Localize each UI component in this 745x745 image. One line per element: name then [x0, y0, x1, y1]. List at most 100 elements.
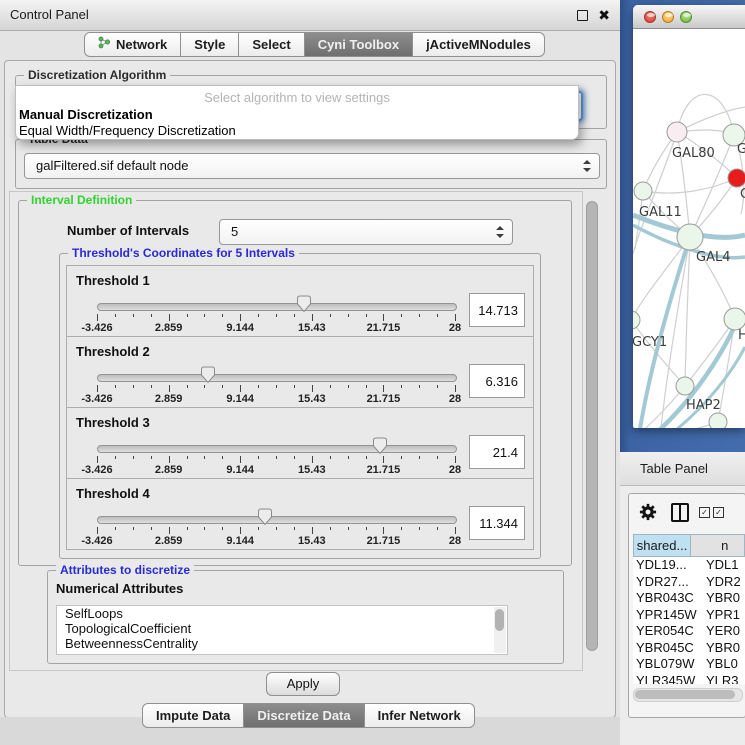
network-node[interactable] [667, 122, 687, 142]
network-node[interactable] [634, 182, 652, 200]
threshold-slider-track[interactable] [97, 303, 457, 311]
threshold-value-field[interactable]: 6.316 [469, 364, 525, 398]
column-header-shared-name[interactable]: shared... [633, 534, 691, 557]
slider-tick [348, 314, 349, 317]
bottom-tab-bar: Impute Data Discretize Data Infer Networ… [143, 703, 475, 728]
select-all-checkbox-icon[interactable]: ✓ [699, 507, 710, 518]
slider-tick-label: 9.144 [226, 535, 254, 547]
slider-tick-label: -3.426 [81, 393, 112, 405]
threshold-slider-track[interactable] [97, 445, 457, 453]
table-row[interactable]: YPR145WYPR1 [633, 607, 745, 624]
tab-jactivemnodules[interactable]: jActiveMNodules [412, 32, 545, 57]
node-table[interactable]: shared... n YDL19...YDL1YDR27...YDR2YBR0… [633, 534, 745, 684]
settings-vertical-scrollbar[interactable] [584, 193, 598, 667]
slider-tick [437, 527, 438, 530]
table-header-row: shared... n [633, 534, 745, 557]
close-traffic-light-icon[interactable] [644, 11, 656, 23]
threshold-value-field[interactable]: 14.713 [469, 293, 525, 327]
slider-tick [169, 456, 170, 463]
slider-tick [204, 314, 205, 317]
close-icon[interactable]: ✖ [598, 4, 610, 26]
table-row[interactable]: YDR27...YDR2 [633, 574, 745, 591]
network-node[interactable] [724, 308, 745, 330]
network-node[interactable] [633, 311, 640, 329]
threshold-slider-handle[interactable] [257, 508, 273, 526]
tab-network[interactable]: Network [84, 32, 181, 57]
threshold-value-field[interactable]: 21.4 [469, 435, 525, 469]
slider-tick [401, 314, 402, 317]
table-row[interactable]: YBR045CYBR0 [633, 640, 745, 657]
network-node[interactable] [728, 169, 745, 187]
slider-tick [383, 314, 384, 321]
gear-icon[interactable] [639, 503, 657, 521]
table-row[interactable]: YLR345WYLR3 [633, 673, 745, 685]
group-label: Attributes to discretize [56, 563, 194, 577]
number-of-intervals-combobox[interactable]: 5 [219, 219, 513, 245]
slider-tick [222, 527, 223, 530]
threshold-label: Threshold 2 [76, 344, 150, 359]
network-edge [633, 237, 690, 320]
dropdown-option-equal-width[interactable]: Equal Width/Frequency Discretization [19, 123, 236, 138]
tab-label: Discretize Data [257, 707, 350, 724]
threshold-slider-track[interactable] [97, 374, 457, 382]
dropdown-option-manual-discretization[interactable]: Manual Discretization [19, 107, 153, 122]
table-row[interactable]: YDL19...YDL1 [633, 557, 745, 574]
tab-label: Style [194, 36, 225, 53]
tab-infer-network[interactable]: Infer Network [364, 703, 475, 728]
network-window-titlebar[interactable] [633, 5, 745, 29]
cell-name: YBL0 [706, 656, 745, 673]
network-node[interactable] [676, 377, 694, 395]
network-edge [637, 237, 690, 428]
threshold-value-field[interactable]: 11.344 [469, 506, 525, 540]
slider-ticks [97, 456, 455, 464]
attribute-list-item[interactable]: SelfLoops [57, 606, 507, 621]
tab-cyni-toolbox[interactable]: Cyni Toolbox [304, 32, 413, 57]
network-node[interactable] [709, 413, 727, 428]
threshold-slider-track[interactable] [97, 516, 457, 524]
slider-tick [240, 456, 241, 463]
table-row[interactable]: YER054CYER0 [633, 623, 745, 640]
tab-discretize-data[interactable]: Discretize Data [243, 703, 364, 728]
threshold-slider-handle[interactable] [200, 366, 216, 384]
node-label: GA [737, 142, 745, 157]
float-window-icon[interactable] [577, 10, 588, 21]
slider-tick [455, 456, 456, 463]
table-row[interactable]: YBL079WYBL0 [633, 656, 745, 673]
network-canvas[interactable]: GAL80GACGAL11GAL4GCY1HHAP2 [633, 29, 745, 428]
attributes-scrollbar[interactable] [494, 607, 506, 653]
slider-tick-label: 28 [449, 464, 461, 476]
slider-tick-labels: -3.4262.8599.14415.4321.71528 [97, 322, 455, 334]
slider-tick [187, 385, 188, 388]
slider-tick [151, 527, 152, 530]
numerical-attributes-list[interactable]: SelfLoopsTopologicalCoefficientBetweenne… [56, 605, 508, 655]
slider-tick [366, 385, 367, 388]
tab-select[interactable]: Select [238, 32, 304, 57]
node-label: GAL4 [696, 250, 730, 265]
slider-tick [187, 527, 188, 530]
threshold-slider-handle[interactable] [372, 437, 388, 455]
zoom-traffic-light-icon[interactable] [680, 11, 692, 23]
cell-shared-name: YER054C [633, 623, 706, 640]
network-view-window[interactable]: GAL80GACGAL11GAL4GCY1HHAP2 [633, 5, 745, 428]
threshold-row: Threshold 4-3.4262.8599.14415.4321.71528… [66, 478, 534, 550]
attribute-list-item[interactable]: BetweennessCentrality [57, 636, 507, 651]
tab-impute-data[interactable]: Impute Data [142, 703, 244, 728]
spinner-icon [496, 226, 503, 238]
slider-tick [204, 527, 205, 530]
show-columns-icon[interactable] [671, 503, 689, 522]
network-node[interactable] [677, 224, 703, 250]
select-none-checkbox-icon[interactable]: ✓ [713, 507, 724, 518]
apply-button[interactable]: Apply [266, 672, 340, 696]
table-row[interactable]: YBR043CYBR0 [633, 590, 745, 607]
threshold-label: Threshold 3 [76, 415, 150, 430]
attribute-list-item[interactable]: TopologicalCoefficient [57, 621, 507, 636]
threshold-slider-handle[interactable] [296, 295, 312, 313]
table-data-combobox[interactable]: galFiltered.sif default node [24, 153, 600, 179]
minimize-traffic-light-icon[interactable] [662, 11, 674, 23]
column-header-name[interactable]: n [691, 534, 745, 557]
node-label: GAL80 [672, 146, 715, 161]
tab-style[interactable]: Style [180, 32, 239, 57]
table-horizontal-scrollbar[interactable] [633, 688, 743, 702]
top-tab-bar: Network Style Select Cyni Toolbox jActiv… [85, 32, 545, 57]
slider-tick [151, 314, 152, 317]
